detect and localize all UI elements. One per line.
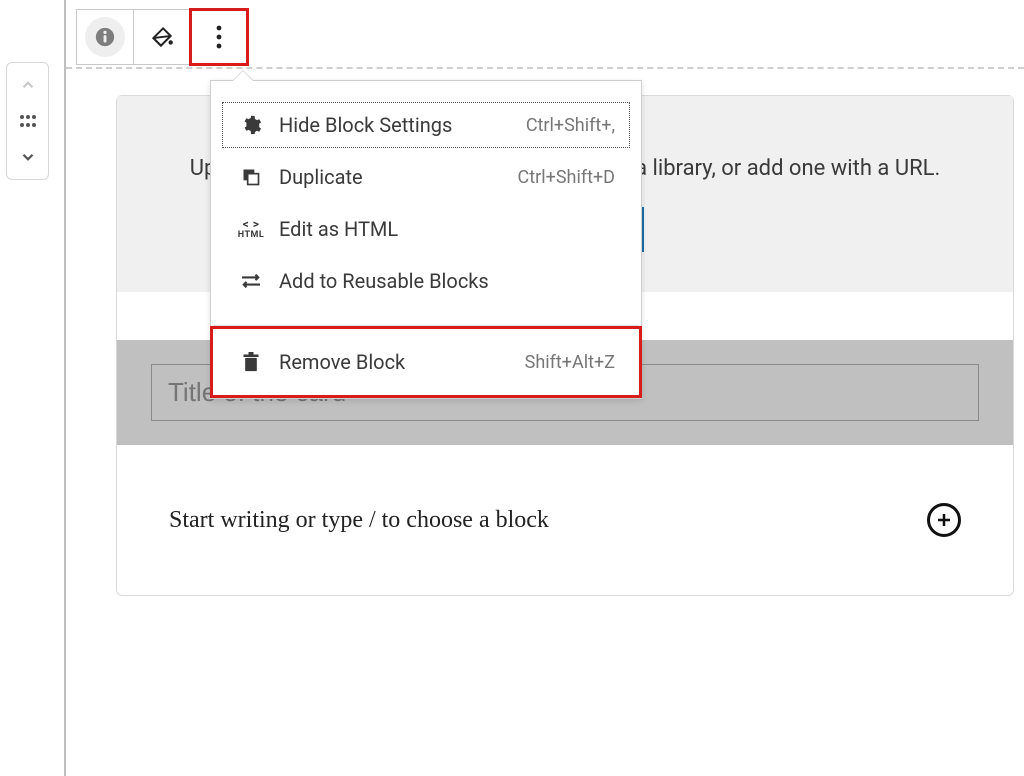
chevron-up-icon (19, 76, 37, 94)
more-vertical-icon (215, 24, 223, 50)
editor-main: Upload an image file, pick one from your… (64, 0, 1024, 776)
menu-item-hide-settings[interactable]: Hide Block Settings Ctrl+Shift+, (219, 99, 633, 151)
menu-item-label: Duplicate (279, 165, 506, 189)
copy-icon (237, 167, 265, 187)
block-navigator (6, 62, 49, 180)
menu-item-edit-html[interactable]: < >HTML Edit as HTML (219, 203, 633, 255)
plus-icon (935, 511, 953, 529)
menu-item-label: Remove Block (279, 350, 513, 374)
html-icon: < >HTML (237, 218, 265, 240)
paragraph-placeholder: Start writing or type / to choose a bloc… (169, 507, 549, 534)
info-icon (94, 26, 116, 48)
menu-item-label: Edit as HTML (279, 217, 603, 241)
menu-item-remove[interactable]: Remove Block Shift+Alt+Z (219, 336, 633, 388)
block-toolbar (76, 9, 248, 65)
menu-section-main: Hide Block Settings Ctrl+Shift+, Duplica… (211, 81, 641, 325)
trash-icon (237, 351, 265, 373)
menu-item-reusable[interactable]: Add to Reusable Blocks (219, 255, 633, 307)
block-options-menu: Hide Block Settings Ctrl+Shift+, Duplica… (210, 80, 642, 399)
paragraph-block[interactable]: Start writing or type / to choose a bloc… (117, 445, 1013, 595)
drag-handle[interactable] (8, 103, 48, 139)
menu-item-shortcut: Shift+Alt+Z (525, 352, 615, 373)
reuse-icon (237, 272, 265, 290)
menu-item-shortcut: Ctrl+Shift+D (518, 167, 615, 188)
drag-dots-icon (19, 114, 37, 128)
move-down-button[interactable] (8, 139, 48, 175)
menu-item-label: Add to Reusable Blocks (279, 269, 603, 293)
gear-icon (237, 114, 265, 136)
menu-section-remove: Remove Block Shift+Alt+Z (211, 326, 641, 398)
block-style-button[interactable] (133, 9, 191, 65)
menu-item-shortcut: Ctrl+Shift+, (526, 115, 615, 136)
chevron-down-icon (19, 148, 37, 166)
paint-bucket-icon (149, 24, 175, 50)
more-options-button[interactable] (190, 9, 248, 65)
add-block-button[interactable] (927, 503, 961, 537)
menu-item-duplicate[interactable]: Duplicate Ctrl+Shift+D (219, 151, 633, 203)
block-info-button[interactable] (76, 9, 134, 65)
move-up-button[interactable] (8, 67, 48, 103)
menu-arrow-icon (233, 71, 253, 81)
menu-item-label: Hide Block Settings (279, 113, 514, 137)
block-boundary (66, 67, 1024, 69)
